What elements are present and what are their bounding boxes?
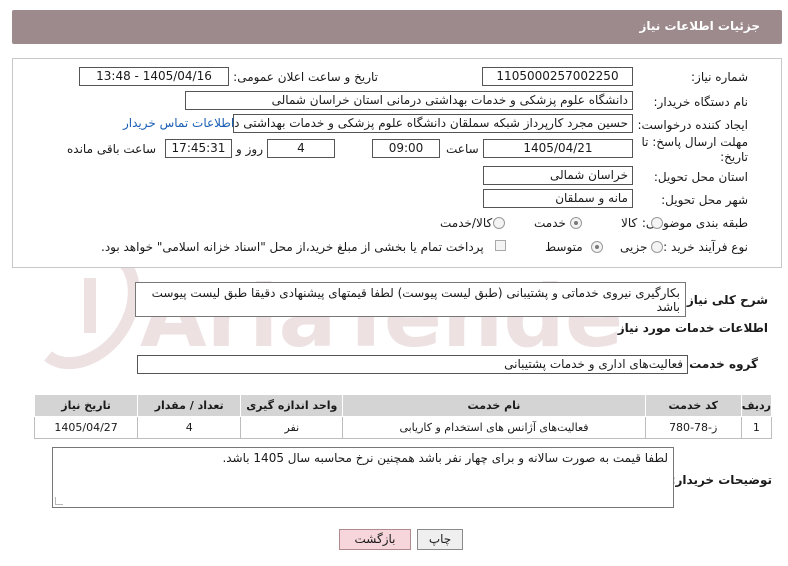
- col-service-code: کد خدمت: [644, 394, 742, 417]
- services-section-title: اطلاعات خدمات مورد نیاز: [617, 321, 768, 335]
- process-minor-label: جزیی: [620, 240, 648, 254]
- province-label: استان محل تحویل:: [653, 170, 748, 184]
- cell-unit: نفر: [240, 416, 344, 439]
- cell-row-number: 1: [740, 416, 773, 439]
- page-title: جزئیات اطلاعات نیاز: [639, 19, 760, 33]
- table-row[interactable]: 1 ز-78-780 فعالیت‌های آژانس های استخدام …: [33, 416, 773, 439]
- buyer-notes-field[interactable]: لطفا قیمت به صورت سالانه و برای چهار نفر…: [52, 447, 674, 508]
- cell-need-date: 1405/04/27: [33, 416, 139, 439]
- category-service-radio[interactable]: [570, 217, 582, 229]
- city-label: شهر محل تحویل:: [661, 193, 748, 207]
- days-label: روز و: [236, 142, 263, 156]
- page-header: جزئیات اطلاعات نیاز: [12, 10, 782, 44]
- info-panel: [12, 58, 782, 268]
- city-field[interactable]: مانه و سملقان: [483, 189, 633, 208]
- category-service-label: خدمت: [534, 216, 566, 230]
- buyer-org-label: نام دستگاه خریدار:: [653, 95, 749, 109]
- remaining-label: ساعت باقی مانده: [67, 142, 157, 156]
- description-text: بکارگیری نیروی خدماتی و پشتیبانی (طبق لی…: [151, 286, 680, 314]
- col-quantity: تعداد / مقدار: [137, 394, 242, 417]
- services-table: ردیف کد خدمت نام خدمت واحد اندازه گیری ت…: [33, 394, 773, 439]
- back-button[interactable]: بازگشت: [339, 529, 411, 550]
- province-field[interactable]: خراسان شمالی: [483, 166, 633, 185]
- deadline-time-label: ساعت: [446, 142, 479, 156]
- col-service-name: نام خدمت: [342, 394, 646, 417]
- deadline-date-field[interactable]: 1405/04/21: [483, 139, 633, 158]
- cell-quantity: 4: [137, 416, 242, 439]
- deadline-time-field[interactable]: 09:00: [372, 139, 440, 158]
- cell-service-name: فعالیت‌های آژانس های استخدام و کاریابی: [342, 416, 646, 439]
- process-minor-radio[interactable]: [651, 241, 663, 253]
- process-label: نوع فرآیند خرید :: [663, 240, 748, 254]
- buyer-notes-label: توضیحات خریدار:: [670, 473, 772, 487]
- print-button[interactable]: چاپ: [417, 529, 463, 550]
- days-remaining-field[interactable]: 4: [267, 139, 335, 158]
- table-header-row: ردیف کد خدمت نام خدمت واحد اندازه گیری ت…: [33, 394, 773, 417]
- service-group-field[interactable]: فعالیت‌های اداری و خدمات پشتیبانی: [137, 355, 688, 374]
- category-goods-radio[interactable]: [651, 217, 663, 229]
- buyer-notes-text: لطفا قیمت به صورت سالانه و برای چهار نفر…: [222, 451, 668, 465]
- need-number-field[interactable]: 1105000257002250: [482, 67, 633, 86]
- category-both-radio[interactable]: [493, 217, 505, 229]
- cell-service-code: ز-78-780: [644, 416, 742, 439]
- col-row-number: ردیف: [740, 394, 773, 417]
- buyer-org-field[interactable]: دانشگاه علوم پزشکی و خدمات بهداشتی درمان…: [185, 91, 633, 110]
- need-number-label: شماره نیاز:: [691, 70, 748, 84]
- description-field[interactable]: بکارگیری نیروی خدماتی و پشتیبانی (طبق لی…: [135, 282, 686, 317]
- requester-label: ایجاد کننده درخواست:: [637, 118, 748, 132]
- treasury-payment-note: پرداخت تمام یا بخشی از مبلغ خرید،از محل …: [101, 240, 484, 254]
- col-need-date: تاریخ نیاز: [33, 394, 139, 417]
- requester-field[interactable]: حسین مجرد کارپرداز شبکه سملقان دانشگاه ع…: [233, 114, 633, 133]
- description-label: شرح کلی نیاز:: [682, 293, 768, 307]
- process-medium-label: متوسط: [545, 240, 583, 254]
- category-goods-label: کالا: [621, 216, 638, 230]
- resize-handle-icon[interactable]: [55, 497, 63, 505]
- announce-date-field[interactable]: 1405/04/16 - 13:48: [79, 67, 229, 86]
- buyer-contact-link[interactable]: اطلاعات تماس خریدار: [123, 116, 234, 130]
- service-group-label: گروه خدمت:: [684, 357, 758, 371]
- col-unit: واحد اندازه گیری: [240, 394, 344, 417]
- treasury-payment-checkbox[interactable]: [495, 240, 506, 251]
- process-medium-radio[interactable]: [591, 241, 603, 253]
- announce-label: تاریخ و ساعت اعلان عمومی:: [233, 70, 378, 84]
- deadline-label: مهلت ارسال پاسخ: تا: [641, 135, 748, 149]
- category-both-label: کالا/خدمت: [440, 216, 493, 230]
- deadline-label-date: تاریخ:: [720, 150, 748, 164]
- remaining-time-field[interactable]: 17:45:31: [165, 139, 232, 158]
